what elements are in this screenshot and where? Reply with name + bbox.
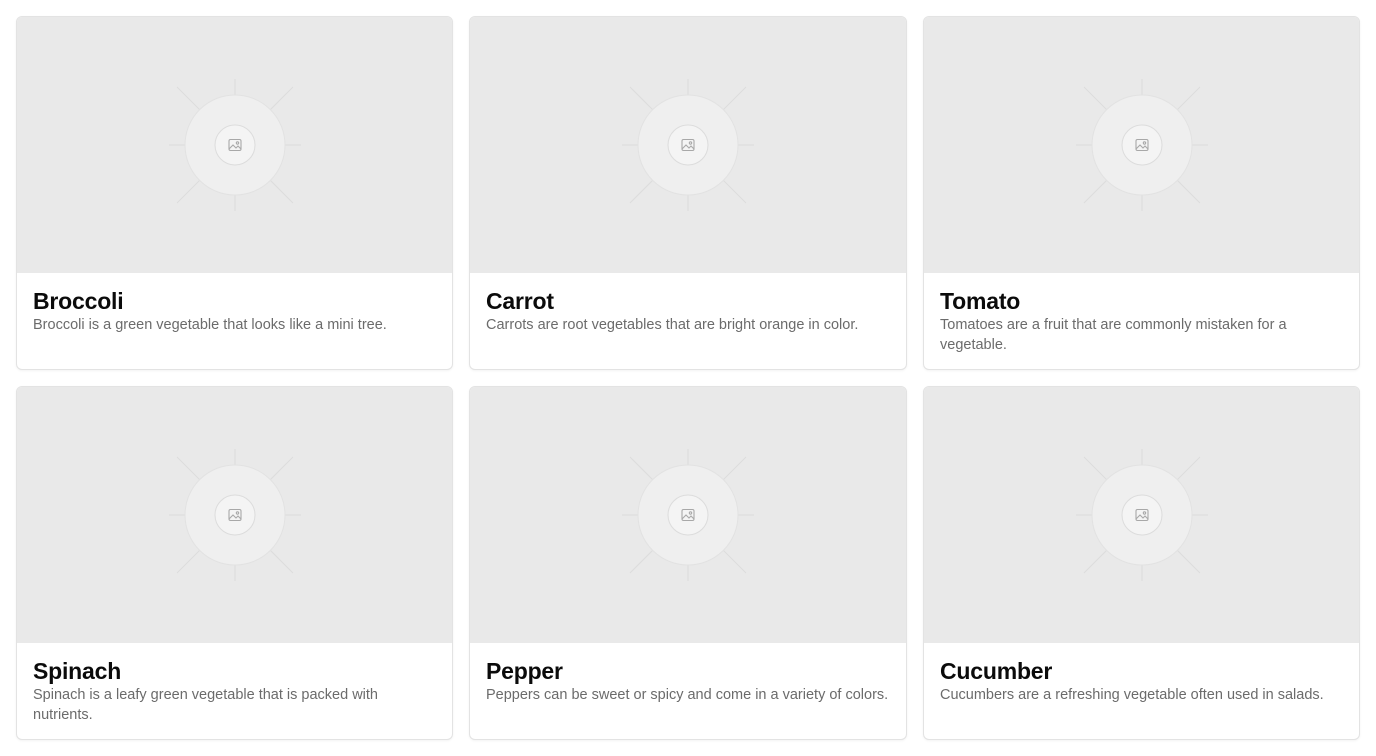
card-description: Spinach is a leafy green vegetable that … <box>33 687 378 723</box>
image-placeholder-icon <box>622 449 754 581</box>
image-placeholder-icon <box>1075 79 1208 211</box>
image-placeholder-icon <box>1075 449 1208 581</box>
card-image-placeholder <box>924 387 1359 643</box>
card-broccoli[interactable]: Broccoli Broccoli is a green vegetable t… <box>16 16 453 370</box>
card-title: Spinach <box>33 658 122 684</box>
card-title: Broccoli <box>33 288 124 314</box>
card-pepper[interactable]: Pepper Peppers can be sweet or spicy and… <box>469 386 907 740</box>
card-description: Peppers can be sweet or spicy and come i… <box>486 687 889 703</box>
card-tomato[interactable]: Tomato Tomatoes are a fruit that are com… <box>923 16 1360 370</box>
image-placeholder-icon <box>622 79 754 211</box>
card-description: Carrots are root vegetables that are bri… <box>486 317 859 333</box>
card-title: Carrot <box>486 288 554 314</box>
card-image-placeholder <box>470 387 906 643</box>
card-description: Broccoli is a green vegetable that looks… <box>33 317 387 333</box>
image-placeholder-icon <box>168 79 301 211</box>
card-cucumber[interactable]: Cucumber Cucumbers are a refreshing vege… <box>923 386 1360 740</box>
card-title: Cucumber <box>940 658 1053 684</box>
card-image-placeholder <box>924 17 1359 273</box>
card-description: Cucumbers are a refreshing vegetable oft… <box>940 687 1324 703</box>
card-spinach[interactable]: Spinach Spinach is a leafy green vegetab… <box>16 386 453 740</box>
card-image-placeholder <box>470 17 906 273</box>
card-image-placeholder <box>17 17 452 273</box>
card-title: Tomato <box>940 288 1021 314</box>
card-carrot[interactable]: Carrot Carrots are root vegetables that … <box>469 16 907 370</box>
vegetable-card-grid: Broccoli Broccoli is a green vegetable t… <box>16 16 1360 740</box>
card-image-placeholder <box>17 387 452 643</box>
card-title: Pepper <box>486 658 563 684</box>
card-description: Tomatoes are a fruit that are commonly m… <box>940 317 1287 353</box>
image-placeholder-icon <box>168 449 301 581</box>
